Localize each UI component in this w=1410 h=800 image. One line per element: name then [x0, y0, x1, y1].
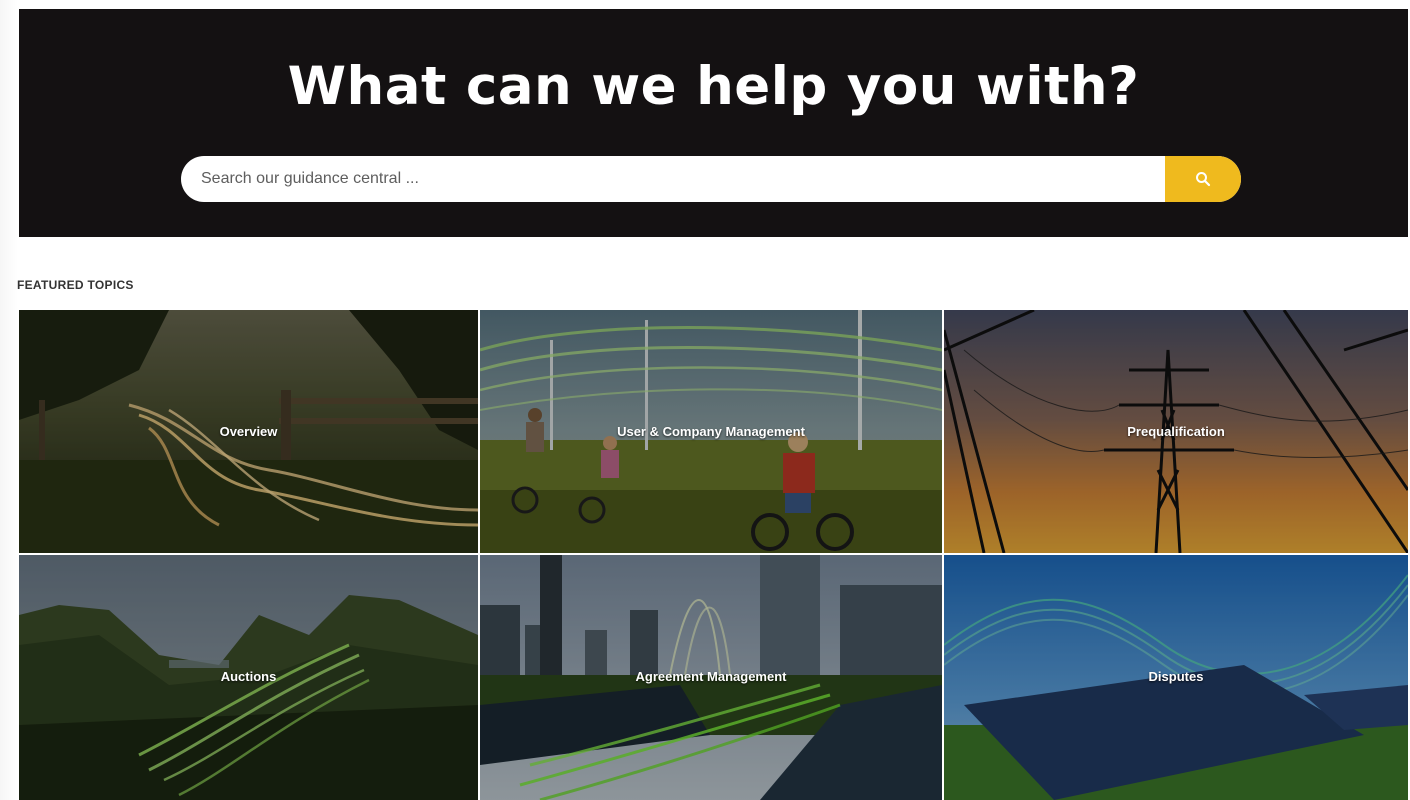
topic-tile-auctions[interactable]: Auctions	[19, 555, 478, 800]
search-icon	[1196, 172, 1211, 187]
topic-tile-disputes[interactable]: Disputes	[944, 555, 1408, 800]
featured-topics-grid: Overview User & Company Management Prequ…	[19, 310, 1408, 800]
topic-label: Agreement Management	[635, 669, 787, 684]
featured-topics-heading: FEATURED TOPICS	[17, 278, 134, 292]
topic-label: User & Company Management	[617, 424, 805, 439]
topic-tile-prequalification[interactable]: Prequalification	[944, 310, 1408, 553]
hero-banner: What can we help you with?	[19, 9, 1408, 237]
page: What can we help you with? FEATURED TOPI…	[0, 0, 1410, 800]
search-bar	[181, 156, 1241, 202]
topic-label: Overview	[219, 424, 278, 439]
topic-tile-agreement-management[interactable]: Agreement Management	[480, 555, 942, 800]
topic-label: Disputes	[1148, 669, 1204, 684]
topic-tile-overview[interactable]: Overview	[19, 310, 478, 553]
search-input[interactable]	[181, 156, 1163, 202]
page-title: What can we help you with?	[287, 56, 1140, 117]
topic-label: Auctions	[220, 669, 277, 684]
topic-tile-user-company-management[interactable]: User & Company Management	[480, 310, 942, 553]
search-button[interactable]	[1165, 156, 1241, 202]
topic-label: Prequalification	[1127, 424, 1225, 439]
